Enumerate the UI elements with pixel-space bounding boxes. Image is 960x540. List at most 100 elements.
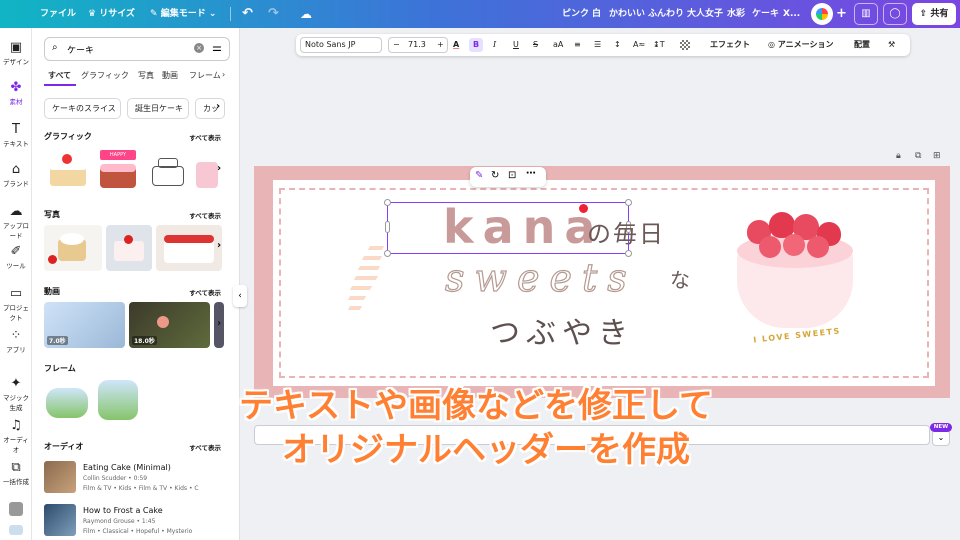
resize-handle[interactable] <box>625 199 632 206</box>
collapse-panel-button[interactable]: ‹ <box>233 285 247 307</box>
tab-frames[interactable]: フレーム <box>189 70 223 81</box>
comment-icon[interactable]: ◯ <box>883 3 907 25</box>
graphic-birthday-cake[interactable]: HAPPY <box>94 148 142 192</box>
keyword-tag[interactable]: 白 <box>592 0 601 28</box>
share-button[interactable]: ⇪ 共有 <box>912 3 956 25</box>
transparency-icon[interactable] <box>680 40 690 50</box>
redo-icon[interactable]: ↷ <box>268 0 279 28</box>
keyword-tag[interactable]: かわいい <box>609 0 645 28</box>
add-page-icon[interactable]: ⊞ <box>933 151 941 161</box>
rail-elements[interactable]: ✤ 素材 <box>0 80 32 106</box>
na-text[interactable]: な <box>670 264 690 293</box>
brand-icon: ⌂ <box>11 162 21 177</box>
resize-handle[interactable] <box>384 199 391 206</box>
case-icon[interactable]: aA <box>553 34 563 56</box>
chevron-right-icon[interactable]: › <box>217 163 221 174</box>
rotate-icon[interactable]: ↻ <box>491 170 499 181</box>
text-color-icon[interactable]: A <box>453 34 459 56</box>
duplicate-icon[interactable]: ⧉ <box>915 151 921 161</box>
resize-handle[interactable] <box>384 250 391 257</box>
tab-videos[interactable]: 動画 <box>162 70 178 81</box>
increase-size-button[interactable]: + <box>437 38 444 52</box>
text-style-icon[interactable]: A≈ <box>633 34 645 56</box>
search-input[interactable]: ケーキ <box>67 43 94 56</box>
bold-icon[interactable]: B <box>469 38 483 52</box>
filter-icon[interactable]: ⚌ <box>212 41 222 54</box>
photo-strawberry-cake[interactable] <box>156 225 222 271</box>
list-icon[interactable]: ☰ <box>594 34 601 56</box>
video-thumbnail[interactable]: 7.0秒 <box>44 302 125 348</box>
tsubuyaki-text[interactable]: つぶやき <box>490 308 634 352</box>
audio-title[interactable]: How to Frost a Cake <box>83 506 163 515</box>
app-icon[interactable] <box>9 502 23 516</box>
file-menu[interactable]: ファイル <box>40 0 76 28</box>
see-all-link[interactable]: すべて表示 <box>189 287 221 297</box>
keyword-tag[interactable]: ふんわり <box>648 0 684 28</box>
vertical-text-icon[interactable]: ↨T <box>653 34 665 56</box>
insights-icon[interactable]: ▥ <box>854 3 878 25</box>
keyword-tag[interactable]: ケーキ <box>752 0 779 28</box>
spacing-icon[interactable]: ↕ <box>614 34 621 56</box>
effects-button[interactable]: エフェクト <box>710 34 750 56</box>
graphic-line-cake[interactable] <box>144 148 192 192</box>
video-thumbnail[interactable]: 18.0秒 <box>129 302 210 348</box>
chip-cup[interactable]: カッ <box>195 98 225 119</box>
cake-illustration[interactable]: I LOVE SWEETS <box>725 206 861 346</box>
app-icon[interactable] <box>9 525 23 535</box>
italic-icon[interactable]: I <box>493 34 496 56</box>
chevron-right-icon[interactable]: › <box>217 318 221 329</box>
underline-icon[interactable]: U <box>513 34 519 56</box>
font-selector[interactable]: Noto Sans JP <box>300 37 382 53</box>
resize-button[interactable]: ♛ リサイズ <box>88 0 135 28</box>
undo-icon[interactable]: ↶ <box>242 0 253 28</box>
animation-icon: ◎ <box>768 40 778 49</box>
rail-design[interactable]: ▣ デザイン <box>0 40 32 66</box>
see-all-link[interactable]: すべて表示 <box>189 210 221 220</box>
edit-mode-button[interactable]: ✎ 編集モード ⌄ <box>150 0 216 28</box>
no-mainichi-text[interactable]: の毎日 <box>587 214 665 249</box>
graphic-cake-slice[interactable] <box>44 148 92 192</box>
chevron-right-icon[interactable]: › <box>222 70 225 79</box>
keyword-tag[interactable]: X... <box>783 0 800 28</box>
audio-cover[interactable] <box>44 504 76 536</box>
rail-tools[interactable]: ✐ ツール <box>0 244 32 270</box>
chip-birthday-cake[interactable]: 誕生日ケーキ <box>127 98 189 119</box>
avatar[interactable] <box>811 3 833 25</box>
tab-all[interactable]: すべて <box>48 70 71 81</box>
keyword-tag[interactable]: 大人女子 <box>687 0 723 28</box>
resize-handle[interactable] <box>385 221 390 233</box>
animation-button[interactable]: ◎ アニメーション <box>768 34 833 56</box>
keyword-tag[interactable]: ピンク <box>562 0 589 28</box>
paint-format-icon[interactable]: ⚒ <box>888 34 895 56</box>
rail-text[interactable]: T テキスト <box>0 122 32 148</box>
rail-projects[interactable]: ▭ プロジェクト <box>0 286 32 322</box>
lock-icon[interactable]: ⊡ <box>508 170 516 181</box>
text-toolbar: Noto Sans JP − 71.3 + A B I U S aA ≡ ☰ ↕… <box>296 34 910 56</box>
more-icon[interactable]: ⋯ <box>526 168 536 179</box>
chip-cake-slice[interactable]: ケーキのスライス <box>44 98 121 119</box>
see-all-link[interactable]: すべて表示 <box>189 132 221 142</box>
tab-photos[interactable]: 写真 <box>138 70 154 81</box>
sweets-text[interactable]: sweets <box>444 255 637 300</box>
photo-cupcake[interactable] <box>44 225 102 271</box>
keyword-tag[interactable]: 水彩 <box>727 0 745 28</box>
font-size-input[interactable]: 71.3 <box>408 38 426 52</box>
chevron-right-icon[interactable]: › <box>217 240 221 251</box>
rail-brand[interactable]: ⌂ ブランド <box>0 162 32 188</box>
strikethrough-icon[interactable]: S <box>533 34 538 56</box>
clear-icon[interactable]: × <box>194 43 204 53</box>
tab-graphics[interactable]: グラフィック <box>81 70 129 81</box>
decrease-size-button[interactable]: − <box>393 38 400 52</box>
rail-apps[interactable]: ⁘ アプリ <box>0 328 32 354</box>
photo-cake-slice[interactable] <box>106 225 152 271</box>
position-button[interactable]: 配置 <box>854 34 870 56</box>
add-icon[interactable]: + <box>836 0 847 28</box>
magic-edit-icon[interactable]: ✎ <box>475 170 483 181</box>
rail-uploads[interactable]: ☁ アップロード <box>0 204 32 240</box>
design-canvas[interactable]: kana の毎日 sweets な つぶやき I LOVE SWEETS <box>254 166 950 398</box>
cloud-sync-icon[interactable]: ☁ <box>300 0 312 28</box>
align-center-icon[interactable]: ≡ <box>574 34 581 56</box>
search-box[interactable]: ⌕ ケーキ × ⚌ <box>44 37 230 61</box>
chevron-right-icon[interactable]: › <box>216 101 220 112</box>
lock-icon[interactable]: 🔒︎ <box>896 151 901 161</box>
